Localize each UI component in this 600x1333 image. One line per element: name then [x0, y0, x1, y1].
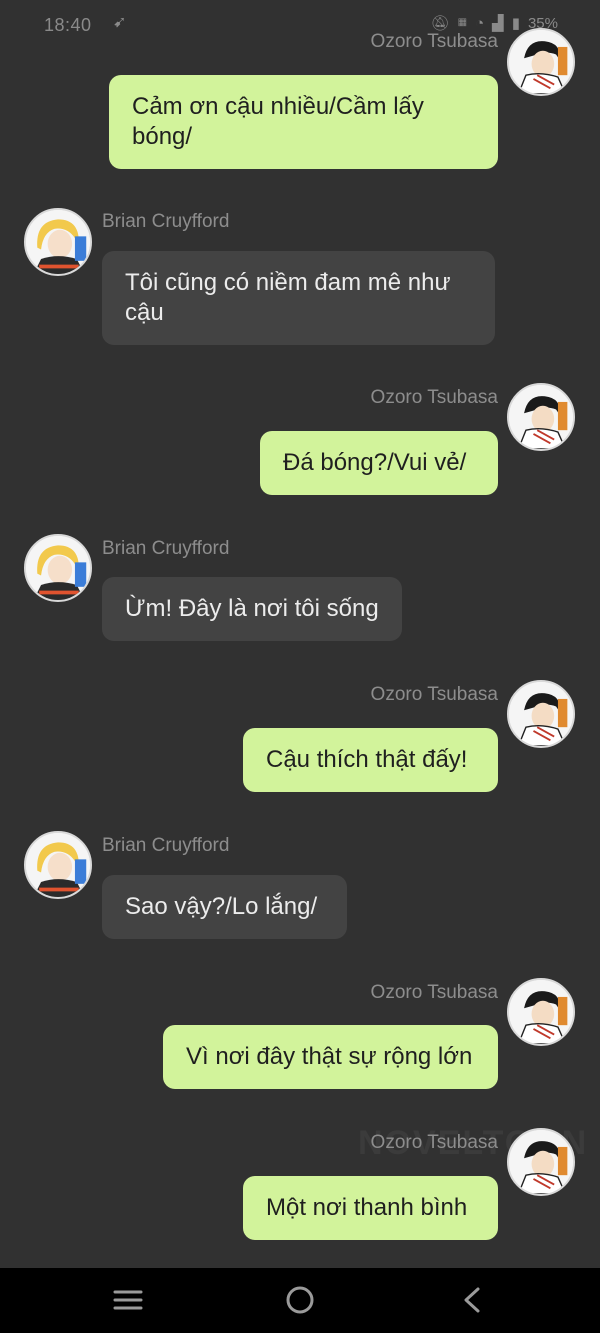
status-bar: 18:40 ➹ 🔕︎ ▦ ◔ ▟ ▮ 35%: [0, 0, 600, 50]
sender-name: Brian Cruyfford: [102, 538, 230, 559]
sender-name: Brian Cruyfford: [102, 835, 230, 856]
message-bubble-incoming[interactable]: Ừm! Đây là nơi tôi sống: [102, 577, 402, 641]
message-line: bóng/: [132, 123, 193, 150]
home-circle-icon[interactable]: [280, 1282, 320, 1318]
sender-name: Ozoro Tsubasa: [370, 31, 498, 52]
sender-name: Ozoro Tsubasa: [370, 982, 498, 1003]
sender-name: Brian Cruyfford: [102, 211, 230, 232]
message-line: cậu: [125, 299, 164, 326]
avatar-tsubasa[interactable]: [507, 978, 575, 1046]
notification-icon: ➹: [113, 14, 127, 31]
message-line: Cậu thích thật đấy!: [266, 746, 468, 773]
avatar-brian[interactable]: [24, 831, 92, 899]
message-bubble-outgoing[interactable]: Đá bóng?/Vui vẻ/: [260, 431, 498, 495]
message-bubble-outgoing[interactable]: Cậu thích thật đấy!: [243, 728, 498, 792]
back-chevron-icon[interactable]: [452, 1282, 492, 1318]
message-bubble-outgoing[interactable]: Vì nơi đây thật sự rộng lớn: [163, 1025, 498, 1089]
mute-icon: 🔕︎: [430, 15, 450, 32]
navigation-bar: [0, 1268, 600, 1333]
avatar-tsubasa-image: [509, 1130, 573, 1194]
message-line: Đá bóng?/Vui vẻ/: [283, 449, 467, 476]
avatar-tsubasa-image: [509, 385, 573, 449]
avatar-tsubasa-image: [509, 682, 573, 746]
sender-name: Ozoro Tsubasa: [370, 387, 498, 408]
signal-icon: ▟: [492, 15, 504, 32]
message-bubble-incoming[interactable]: Tôi cũng có niềm đam mê như cậu: [102, 251, 495, 345]
message-bubble-outgoing[interactable]: Một nơi thanh bình: [243, 1176, 498, 1240]
message-bubble-incoming[interactable]: Sao vậy?/Lo lắng/: [102, 875, 347, 939]
message-line: Cảm ơn cậu nhiều/Cầm lấy: [132, 93, 424, 120]
wifi-icon: ◔: [475, 14, 485, 32]
message-line: Sao vậy?/Lo lắng/: [125, 893, 318, 920]
avatar-brian-image: [26, 210, 90, 274]
message-line: Vì nơi đây thật sự rộng lớn: [186, 1043, 473, 1070]
avatar-brian-image: [26, 833, 90, 897]
status-time: 18:40: [44, 15, 92, 35]
avatar-tsubasa-image: [509, 980, 573, 1044]
message-line: Tôi cũng có niềm đam mê như: [125, 269, 451, 296]
battery-icon: ▮: [511, 15, 520, 32]
menu-icon[interactable]: [108, 1282, 148, 1318]
avatar-tsubasa[interactable]: [507, 383, 575, 451]
avatar-brian-image: [26, 536, 90, 600]
message-bubble-outgoing[interactable]: Cảm ơn cậu nhiều/Cầm lấy bóng/: [109, 75, 498, 169]
avatar-tsubasa[interactable]: [507, 28, 575, 96]
sender-name: Ozoro Tsubasa: [370, 684, 498, 705]
lte-icon: ▦: [457, 17, 468, 28]
avatar-brian[interactable]: [24, 534, 92, 602]
avatar-brian[interactable]: [24, 208, 92, 276]
message-line: Ừm! Đây là nơi tôi sống: [125, 595, 379, 622]
message-line: Một nơi thanh bình: [266, 1194, 468, 1221]
avatar-tsubasa[interactable]: [507, 1128, 575, 1196]
avatar-tsubasa[interactable]: [507, 680, 575, 748]
avatar-tsubasa-image: [509, 30, 573, 94]
sender-name: Ozoro Tsubasa: [370, 1132, 498, 1153]
